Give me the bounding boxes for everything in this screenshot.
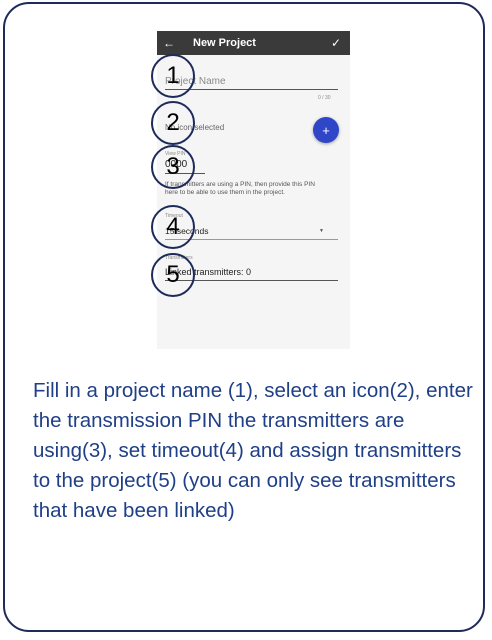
add-icon-button[interactable]: + — [313, 117, 339, 143]
back-arrow-icon[interactable]: ← — [163, 36, 183, 50]
checkmark-icon[interactable]: ✓ — [331, 36, 341, 50]
project-name-underline — [165, 89, 338, 90]
marker-2: 2 — [151, 101, 195, 145]
plus-icon: + — [322, 122, 330, 138]
page-title: New Project — [193, 37, 256, 49]
instruction-caption: Fill in a project name (1), select an ic… — [33, 379, 473, 522]
marker-3: 3 — [151, 145, 195, 189]
app-bar: ← New Project ✓ — [157, 31, 350, 55]
marker-5: 5 — [151, 253, 195, 297]
dropdown-arrow-icon[interactable]: ▼ — [319, 228, 324, 234]
char-counter: 0 / 30 — [318, 95, 331, 101]
marker-1: 1 — [151, 54, 195, 98]
marker-4: 4 — [151, 205, 195, 249]
